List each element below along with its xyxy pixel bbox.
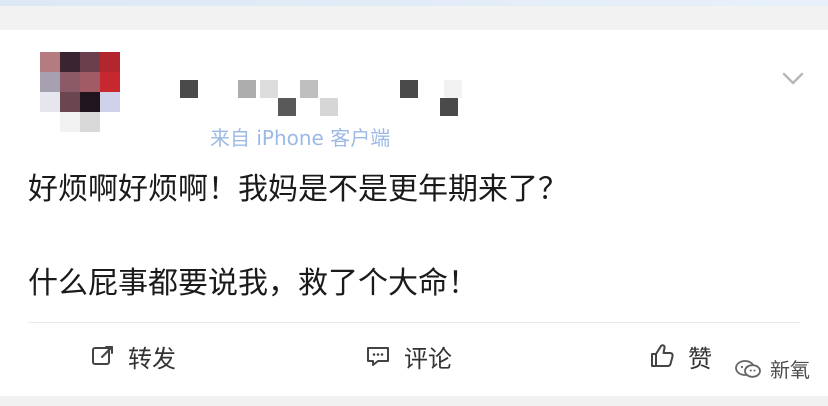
avatar-pixel (80, 52, 100, 72)
avatar-pixel (40, 52, 60, 72)
more-options-button[interactable] (782, 72, 804, 86)
post-text-line-2: 什么屁事都要说我，救了个大命！ (28, 266, 478, 301)
like-label: 赞 (688, 344, 712, 373)
repost-button[interactable]: 转发 (90, 336, 176, 376)
source-text: 来自 iPhone 客户端 (210, 126, 391, 150)
post-actions: 转发 评论 赞 (0, 336, 828, 376)
avatar-pixel (100, 92, 120, 112)
divider (28, 322, 800, 323)
mosaic-block (180, 80, 198, 98)
avatar-pixel (40, 92, 60, 112)
mosaic-block (444, 80, 462, 98)
avatar-pixel (80, 92, 100, 112)
top-strip-highlight (0, 0, 828, 6)
avatar-pixel (100, 112, 120, 132)
mosaic-block (278, 98, 296, 116)
avatar-pixel (100, 52, 120, 72)
mosaic-block (320, 98, 338, 116)
watermark: 新氧 (734, 354, 810, 383)
post-text-line-1: 好烦啊好烦啊！我妈是不是更年期来了？ (28, 172, 568, 207)
avatar-pixel (80, 72, 100, 92)
avatar-pixel (60, 72, 80, 92)
comment-label: 评论 (404, 344, 452, 373)
bottom-strip (0, 396, 828, 406)
avatar-pixel (60, 52, 80, 72)
avatar-pixel (80, 112, 100, 132)
avatar-pixel (60, 112, 80, 132)
avatar-pixel (60, 92, 80, 112)
mosaic-block (300, 80, 318, 98)
repost-icon (90, 343, 116, 369)
repost-label: 转发 (128, 344, 176, 373)
avatar-pixel (40, 112, 60, 132)
avatar-pixel (40, 72, 60, 92)
watermark-label: 新氧 (770, 358, 810, 382)
comment-button[interactable]: 评论 (364, 336, 452, 376)
mosaic-block (440, 98, 458, 116)
mosaic-block (400, 80, 418, 98)
top-strip (0, 0, 828, 30)
post-source: 来自 iPhone 客户端 (210, 122, 390, 151)
chevron-down-icon (782, 72, 804, 86)
username-mosaic (160, 70, 462, 125)
avatar[interactable] (40, 52, 120, 132)
wechat-icon (734, 358, 762, 380)
mosaic-block (238, 80, 256, 98)
mosaic-block (260, 80, 278, 98)
like-button[interactable]: 赞 (646, 336, 712, 376)
avatar-pixel (100, 72, 120, 92)
comment-icon (364, 343, 392, 369)
thumbs-up-icon (646, 342, 676, 370)
